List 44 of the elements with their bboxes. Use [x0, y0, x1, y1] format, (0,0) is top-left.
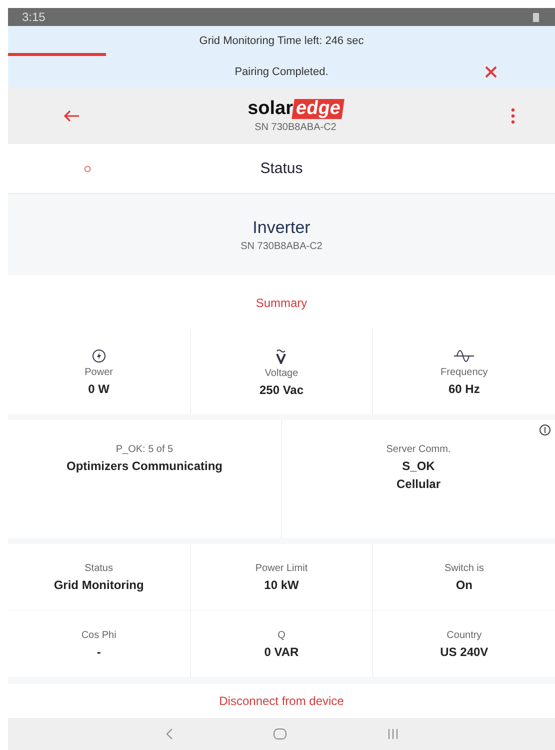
countdown-text: Grid Monitoring Time left: 246 sec	[198, 34, 365, 47]
serial-number: SN 730B8ABA-C2	[254, 122, 336, 133]
ring-icon	[84, 164, 91, 174]
logo-text: solar	[248, 99, 294, 118]
clock-time: 3:15	[22, 10, 46, 24]
device-name: Inverter	[252, 218, 310, 238]
info-icon[interactable]	[539, 424, 551, 436]
field-value: 0 VAR	[264, 644, 299, 659]
recents-nav-icon[interactable]	[386, 728, 398, 740]
battery-icon	[531, 12, 541, 22]
device-serial: SN 730B8ABA-C2	[240, 240, 322, 252]
field-value: Grid Monitoring	[54, 578, 144, 592]
comm-value: Cellular	[396, 477, 440, 492]
more-menu-icon[interactable]	[511, 108, 515, 124]
logo-tag: edge	[292, 98, 345, 119]
back-nav-icon[interactable]	[164, 728, 172, 740]
comm-value: Optimizers Communicating	[66, 459, 223, 474]
field-label: Cos Phi	[81, 630, 116, 641]
comm-label: P_OK: 5 of 5	[116, 444, 174, 456]
metric-label: Voltage	[264, 368, 298, 379]
comm-value: S_OK	[402, 459, 435, 474]
section-title: Status	[260, 160, 303, 178]
field-value: US 240V	[440, 644, 488, 659]
field-value: -	[96, 644, 101, 659]
field-label: Power Limit	[255, 562, 308, 574]
metric-value: 0 W	[88, 382, 110, 396]
metric-label: Power	[84, 366, 113, 378]
field-value: On	[456, 578, 472, 592]
summary-tab[interactable]: Summary	[8, 275, 555, 330]
metric-value: 60 Hz	[448, 382, 480, 396]
metric-value: 250 Vac	[259, 382, 304, 397]
back-arrow-icon[interactable]	[64, 110, 80, 122]
field-label: Status	[84, 562, 113, 574]
field-value: 10 kW	[264, 578, 299, 592]
voltage-icon	[275, 348, 288, 364]
metric-label: Frequency	[440, 366, 488, 378]
field-label: Q	[278, 630, 286, 641]
comm-label: Server Comm.	[386, 444, 451, 456]
lightning-icon	[92, 348, 106, 363]
home-nav-icon[interactable]	[272, 728, 286, 740]
field-label: Switch is	[444, 562, 484, 574]
field-label: Country	[446, 630, 482, 641]
sine-wave-icon	[454, 348, 474, 363]
pairing-message: Pairing Completed.	[234, 66, 328, 78]
